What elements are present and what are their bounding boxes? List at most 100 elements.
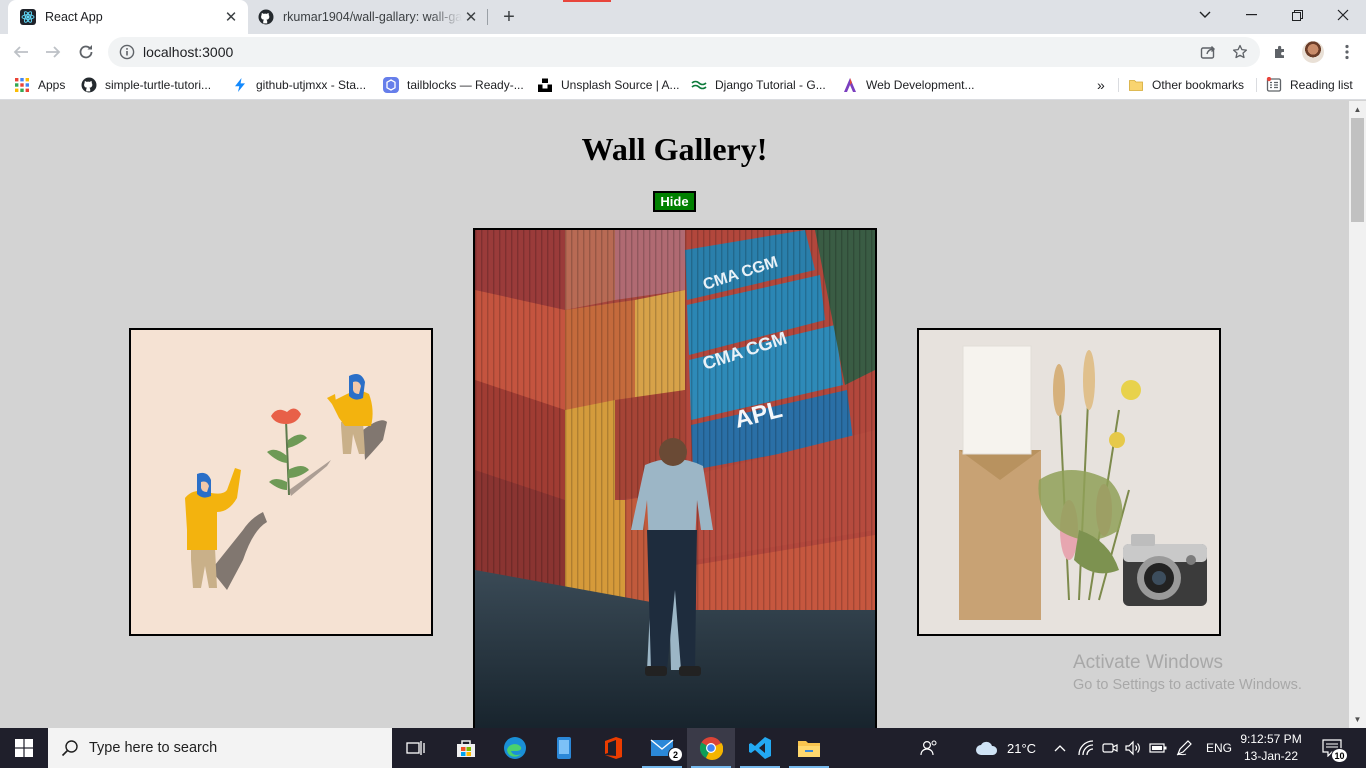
restore-button[interactable] bbox=[1274, 0, 1320, 30]
tab-title: React App bbox=[45, 10, 103, 24]
taskbar-edge[interactable] bbox=[491, 728, 539, 768]
new-tab-button[interactable]: + bbox=[497, 5, 521, 29]
forward-button[interactable] bbox=[40, 39, 66, 65]
scroll-down-arrow-icon[interactable]: ▼ bbox=[1349, 711, 1366, 728]
volume-icon[interactable] bbox=[1125, 728, 1141, 768]
tray-overflow-icon[interactable] bbox=[1054, 728, 1066, 768]
gallery-image-center[interactable]: CMA CGM CMA CGM APL bbox=[473, 228, 877, 728]
watermark-title: Activate Windows bbox=[1073, 652, 1223, 673]
battery-icon[interactable] bbox=[1149, 728, 1167, 768]
bookmark-label: Apps bbox=[38, 78, 66, 92]
search-placeholder: Type here to search bbox=[89, 740, 218, 756]
action-center-icon[interactable]: 10 bbox=[1322, 728, 1348, 768]
taskbar-mail[interactable]: 2 bbox=[638, 728, 686, 768]
folder-icon bbox=[798, 741, 820, 757]
extensions-icon[interactable] bbox=[1267, 39, 1293, 65]
react-icon bbox=[20, 9, 36, 25]
bookmark-label: Django Tutorial - G... bbox=[715, 78, 826, 92]
folder-icon bbox=[1129, 80, 1143, 91]
edge-icon bbox=[504, 737, 526, 759]
system-clock[interactable]: 9:12:57 PM 13-Jan-22 bbox=[1236, 731, 1306, 765]
weather-widget[interactable]: 21°C bbox=[975, 728, 1036, 768]
windows-logo-icon bbox=[15, 739, 33, 757]
bookmark-apps[interactable]: Apps bbox=[14, 76, 65, 94]
clock-date: 13-Jan-22 bbox=[1243, 749, 1299, 763]
address-bar[interactable]: localhost:3000 bbox=[108, 37, 1260, 67]
url-text[interactable]: localhost:3000 bbox=[143, 44, 233, 60]
gallery-image-right[interactable] bbox=[917, 328, 1221, 636]
taskbar-office[interactable] bbox=[589, 728, 637, 768]
tab-title: rkumar1904/wall-gallary: wall-gallery bbox=[283, 10, 462, 24]
reading-list-button[interactable]: Reading list bbox=[1266, 76, 1353, 94]
bookmark-tailblocks[interactable]: tailblocks — Ready-... bbox=[383, 76, 524, 94]
pen-workspace-icon[interactable] bbox=[1176, 728, 1192, 768]
bookmark-unsplash[interactable]: Unsplash Source | A... bbox=[537, 76, 680, 94]
taskbar-file-explorer[interactable] bbox=[785, 728, 833, 768]
search-icon bbox=[61, 740, 78, 757]
taskbar-chrome[interactable] bbox=[687, 728, 735, 768]
bookmark-label: Other bookmarks bbox=[1152, 78, 1245, 92]
other-bookmarks-folder[interactable]: Other bookmarks bbox=[1128, 76, 1244, 94]
bookmark-web-development[interactable]: Web Development... bbox=[842, 76, 975, 94]
reading-list-icon bbox=[1266, 77, 1282, 92]
profile-avatar[interactable] bbox=[1302, 41, 1324, 63]
github-icon bbox=[81, 77, 97, 93]
taskbar-search-box[interactable]: Type here to search bbox=[48, 728, 392, 768]
task-view-button[interactable] bbox=[392, 728, 440, 768]
windows-taskbar: Type here to search 2 21°C ENG 9:12:57 P… bbox=[0, 728, 1366, 768]
taskbar-phone-link[interactable] bbox=[540, 728, 588, 768]
taskbar-vscode[interactable] bbox=[736, 728, 784, 768]
page-scrollbar[interactable]: ▲ ▼ bbox=[1349, 101, 1366, 728]
overflow-label: » bbox=[1097, 77, 1105, 93]
close-window-button[interactable] bbox=[1320, 0, 1366, 30]
bookmarks-overflow-button[interactable]: » bbox=[1097, 76, 1105, 94]
phone-icon bbox=[557, 737, 571, 759]
mail-badge: 2 bbox=[668, 747, 683, 762]
tab-github-wall-gallary[interactable]: rkumar1904/wall-gallary: wall-gallery ✕ bbox=[250, 0, 488, 34]
bookmark-django[interactable]: Django Tutorial - G... bbox=[691, 76, 826, 94]
tailblocks-icon bbox=[383, 77, 399, 93]
tab-strip: React App ✕ rkumar1904/wall-gallary: wal… bbox=[0, 0, 1366, 34]
scroll-up-arrow-icon[interactable]: ▲ bbox=[1349, 101, 1366, 118]
bookmark-label: github-utjmxx - Sta... bbox=[256, 78, 367, 92]
people-icon[interactable] bbox=[920, 728, 938, 768]
github-icon bbox=[258, 9, 274, 25]
input-language[interactable]: ENG bbox=[1206, 728, 1232, 768]
tab-search-icon[interactable] bbox=[1182, 0, 1228, 30]
reload-button[interactable] bbox=[73, 39, 99, 65]
bookmark-label: Reading list bbox=[1290, 78, 1353, 92]
recording-indicator bbox=[563, 0, 611, 2]
activate-windows-watermark: Activate Windows Go to Settings to activ… bbox=[1073, 652, 1302, 693]
network-icon[interactable] bbox=[1078, 728, 1094, 768]
hide-button[interactable]: Hide bbox=[653, 191, 696, 212]
bookmark-divider bbox=[1256, 78, 1257, 92]
bookmark-star-icon[interactable] bbox=[1232, 44, 1248, 60]
still-life-photo bbox=[919, 330, 1219, 634]
cloud-icon bbox=[976, 741, 998, 755]
close-tab-icon[interactable]: ✕ bbox=[462, 8, 480, 26]
vscode-icon bbox=[749, 737, 771, 759]
gallery-image-left[interactable] bbox=[129, 328, 433, 636]
bookmark-divider bbox=[1118, 78, 1119, 92]
minimize-button[interactable] bbox=[1228, 0, 1274, 30]
close-tab-icon[interactable]: ✕ bbox=[222, 8, 240, 26]
bookmark-label: tailblocks — Ready-... bbox=[407, 78, 524, 92]
scrollbar-thumb[interactable] bbox=[1351, 118, 1364, 222]
bookmark-simple-turtle[interactable]: simple-turtle-tutori... bbox=[81, 76, 211, 94]
share-icon[interactable] bbox=[1200, 44, 1216, 60]
start-button[interactable] bbox=[0, 728, 48, 768]
illustration-image bbox=[131, 330, 431, 634]
meet-now-icon[interactable] bbox=[1102, 728, 1118, 768]
watermark-subtitle: Go to Settings to activate Windows. bbox=[1073, 677, 1302, 693]
menu-icon[interactable] bbox=[1334, 39, 1360, 65]
tab-react-app[interactable]: React App ✕ bbox=[8, 0, 248, 34]
back-button[interactable] bbox=[8, 39, 34, 65]
apps-grid-icon bbox=[15, 78, 29, 92]
bookmark-stackblitz[interactable]: github-utjmxx - Sta... bbox=[232, 76, 366, 94]
browser-toolbar: localhost:3000 bbox=[0, 34, 1366, 70]
site-info-icon[interactable] bbox=[119, 44, 135, 60]
unsplash-icon bbox=[538, 78, 552, 92]
page-title: Wall Gallery! bbox=[581, 131, 768, 167]
chrome-icon bbox=[699, 737, 723, 760]
taskbar-store[interactable] bbox=[442, 728, 490, 768]
